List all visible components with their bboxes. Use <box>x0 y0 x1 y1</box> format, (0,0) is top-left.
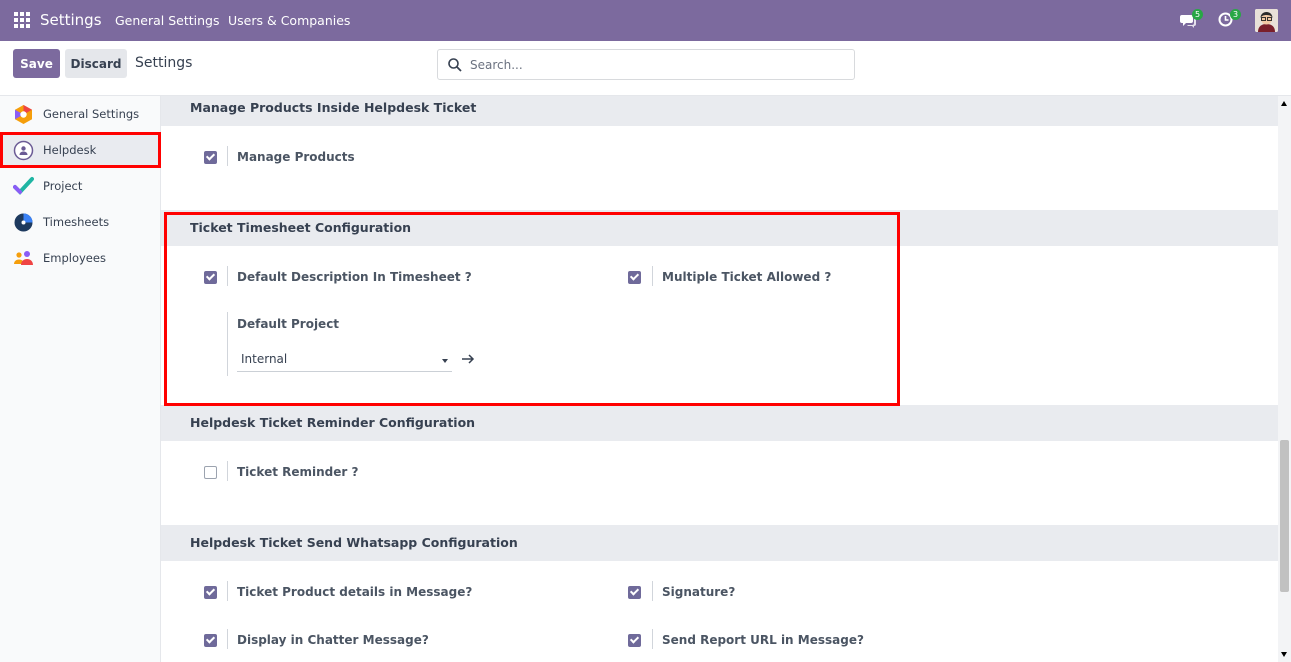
user-avatar[interactable] <box>1255 9 1278 32</box>
default-description-checkbox[interactable] <box>204 271 217 284</box>
project-icon <box>13 176 34 195</box>
report-url-label: Send Report URL in Message? <box>662 633 864 647</box>
search-input[interactable] <box>470 56 840 74</box>
section-header-whatsapp: Helpdesk Ticket Send Whatsapp Configurat… <box>161 525 1278 561</box>
breadcrumb-title: Settings <box>135 55 193 71</box>
save-button[interactable]: Save <box>13 49 60 78</box>
sidebar-item-label: Project <box>43 179 83 193</box>
section-header-ticket-reminder: Helpdesk Ticket Reminder Configuration <box>161 405 1278 441</box>
section-title: Ticket Timesheet Configuration <box>190 220 412 235</box>
multiple-ticket-checkbox[interactable] <box>628 271 641 284</box>
scroll-down-icon[interactable] <box>1281 652 1287 657</box>
search-icon <box>448 58 462 72</box>
report-url-checkbox[interactable] <box>628 634 641 647</box>
default-project-value: Internal <box>241 352 288 366</box>
chatter-message-label: Display in Chatter Message? <box>237 633 429 647</box>
section-title: Helpdesk Ticket Reminder Configuration <box>190 415 476 430</box>
top-navbar: Settings General Settings Users & Compan… <box>0 0 1291 41</box>
general-settings-icon <box>15 104 32 124</box>
nav-general-settings[interactable]: General Settings <box>115 13 220 28</box>
settings-sidebar: General Settings Helpdesk Project Timesh… <box>0 96 161 662</box>
sidebar-item-label: Helpdesk <box>43 143 97 157</box>
sidebar-item-project[interactable]: Project <box>0 168 161 204</box>
employees-icon <box>14 250 33 265</box>
manage-products-checkbox[interactable] <box>204 151 217 164</box>
divider <box>227 581 228 601</box>
product-details-label: Ticket Product details in Message? <box>237 585 473 599</box>
divider <box>227 312 228 376</box>
divider <box>652 629 653 649</box>
nav-users-companies[interactable]: Users & Companies <box>228 13 350 28</box>
section-header-ticket-timesheet: Ticket Timesheet Configuration <box>161 210 1278 246</box>
divider <box>227 146 228 166</box>
sidebar-item-label: General Settings <box>43 107 140 121</box>
chevron-down-icon <box>442 359 448 363</box>
sidebar-item-helpdesk[interactable]: Helpdesk <box>0 132 161 168</box>
manage-products-label: Manage Products <box>237 150 355 164</box>
divider <box>227 629 228 649</box>
default-project-label: Default Project <box>237 317 340 331</box>
helpdesk-icon <box>13 140 34 160</box>
scroll-up-icon[interactable] <box>1281 101 1287 106</box>
signature-label: Signature? <box>662 585 736 599</box>
ticket-reminder-checkbox[interactable] <box>204 466 217 479</box>
signature-checkbox[interactable] <box>628 586 641 599</box>
sidebar-item-label: Employees <box>43 251 106 265</box>
search-box[interactable] <box>437 49 855 80</box>
product-details-checkbox[interactable] <box>204 586 217 599</box>
scrollbar-thumb[interactable] <box>1280 440 1289 592</box>
divider <box>227 461 228 481</box>
vertical-scrollbar[interactable] <box>1278 96 1291 662</box>
section-title: Manage Products Inside Helpdesk Ticket <box>190 100 477 115</box>
app-brand[interactable]: Settings <box>40 11 102 29</box>
divider <box>652 266 653 286</box>
apps-menu-icon[interactable] <box>14 12 30 28</box>
activity-count-badge: 3 <box>1230 9 1242 20</box>
default-project-select[interactable]: Internal <box>237 348 452 372</box>
multiple-ticket-label: Multiple Ticket Allowed ? <box>662 270 832 284</box>
settings-content: Manage Products Inside Helpdesk Ticket M… <box>161 96 1278 662</box>
divider <box>652 581 653 601</box>
divider <box>227 266 228 286</box>
sidebar-item-label: Timesheets <box>43 215 110 229</box>
discard-button[interactable]: Discard <box>65 49 127 78</box>
chatter-message-checkbox[interactable] <box>204 634 217 647</box>
sidebar-item-general-settings[interactable]: General Settings <box>0 96 161 132</box>
section-title: Helpdesk Ticket Send Whatsapp Configurat… <box>190 535 518 550</box>
default-description-label: Default Description In Timesheet ? <box>237 270 472 284</box>
ticket-reminder-label: Ticket Reminder ? <box>237 465 359 479</box>
arrow-right-icon[interactable] <box>461 352 475 366</box>
sidebar-item-employees[interactable]: Employees <box>0 240 161 276</box>
timesheets-icon <box>14 213 33 231</box>
chat-count-badge: 5 <box>1192 9 1204 20</box>
control-panel: Save Discard Settings <box>0 41 1291 96</box>
sidebar-item-timesheets[interactable]: Timesheets <box>0 204 161 240</box>
section-header-manage-products: Manage Products Inside Helpdesk Ticket <box>161 96 1278 126</box>
